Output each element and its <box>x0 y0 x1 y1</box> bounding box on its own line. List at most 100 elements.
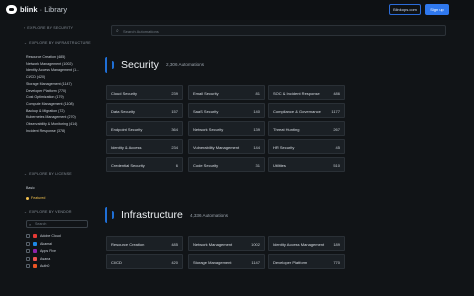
card-count: 1147 <box>251 260 260 265</box>
license-item-featured[interactable]: Featured <box>26 196 45 200</box>
infrastructure-card[interactable]: Identity Access Management 189 <box>268 236 345 251</box>
security-card[interactable]: Network Security 139 <box>188 121 265 136</box>
vendor-item[interactable]: Asana <box>26 256 51 261</box>
sidebar-item-infrastructure[interactable]: Cost Optimization (179) <box>26 95 64 99</box>
security-card[interactable]: Compliance & Governance 1177 <box>268 103 345 118</box>
vendor-search-input[interactable]: ⌕ Search <box>26 220 88 228</box>
vendor-logo-icon <box>33 234 37 238</box>
card-label: Compliance & Governance <box>273 109 321 114</box>
checkbox-icon[interactable] <box>26 256 30 261</box>
card-label: Identity & Access <box>111 145 142 150</box>
sidebar-item-infrastructure[interactable]: Network Management (1002) <box>26 62 73 66</box>
vendor-label: Auth0 <box>40 264 50 269</box>
security-title: Security <box>121 59 159 71</box>
sidebar-item-infrastructure[interactable]: Developer Platform (770) <box>26 89 66 93</box>
license-filter-heading[interactable]: ⌄ EXPLORE BY LICENSE <box>24 172 72 176</box>
infrastructure-filter-heading[interactable]: ⌄ EXPLORE BY INFRASTRUCTURE <box>24 41 91 45</box>
vendor-label: Asana <box>40 256 51 261</box>
checkbox-icon[interactable] <box>26 234 30 238</box>
security-card[interactable]: Data Security 157 <box>106 103 183 118</box>
checkbox-icon[interactable] <box>26 249 30 254</box>
card-label: Storage Management <box>193 260 232 265</box>
card-count: 140 <box>253 109 260 114</box>
sidebar-item-infrastructure[interactable]: Storage Management (1147) <box>26 82 72 86</box>
vendor-label: Akamai <box>40 241 52 246</box>
card-count: 420 <box>171 260 178 265</box>
card-label: Cloud Security <box>111 91 138 96</box>
sidebar-item-infrastructure[interactable]: Compute Management (1108) <box>26 102 74 106</box>
card-label: Code Security <box>193 163 219 168</box>
chevron-down-icon: ⌄ <box>24 210 28 214</box>
security-card[interactable]: Email Security 81 <box>188 85 265 100</box>
checkbox-icon[interactable] <box>26 241 30 246</box>
card-label: SOC & Incident Response <box>273 91 320 96</box>
vendor-item[interactable]: Auth0 <box>26 264 50 269</box>
license-item-basic[interactable]: Basic <box>26 186 35 190</box>
infrastructure-count: 4,336 Automations <box>190 213 229 218</box>
sidebar-item-infrastructure[interactable]: CI/CD (420) <box>26 75 45 79</box>
card-label: Email Security <box>193 91 219 96</box>
card-count: 189 <box>333 242 340 247</box>
automation-search-input[interactable]: ⌕ Search Automations <box>111 25 446 36</box>
chevron-down-icon: ⌄ <box>24 41 28 45</box>
card-count: 770 <box>333 260 340 265</box>
card-count: 31 <box>255 163 260 168</box>
infrastructure-card[interactable]: Developer Platform 770 <box>268 254 345 269</box>
vendor-filter-heading[interactable]: ⌄ EXPLORE BY VENDOR <box>24 210 72 214</box>
security-card[interactable]: Utilities 510 <box>268 157 345 172</box>
infrastructure-card[interactable]: Storage Management 1147 <box>188 254 265 269</box>
card-label: Vulnerability Management <box>193 145 240 150</box>
search-icon: ⌕ <box>29 222 32 227</box>
security-count: 2,306 Automations <box>166 62 205 67</box>
security-card[interactable]: SOC & Incident Response 486 <box>268 85 345 100</box>
vendor-item[interactable]: Apps Five <box>26 249 56 254</box>
sidebar-item-infrastructure[interactable]: Resource Creation (485) <box>26 55 65 59</box>
infrastructure-card[interactable]: Network Management 1002 <box>188 236 265 251</box>
security-card[interactable]: Vulnerability Management 144 <box>188 139 265 154</box>
card-label: HR Security <box>273 145 295 150</box>
vendor-item[interactable]: Adobe Cloud <box>26 234 61 238</box>
infrastructure-card[interactable]: CI/CD 420 <box>106 254 183 269</box>
security-card[interactable]: HR Security 45 <box>268 139 345 154</box>
security-card[interactable]: Credential Security 6 <box>106 157 183 172</box>
security-card[interactable]: Cloud Security 239 <box>106 85 183 100</box>
security-filter-heading[interactable]: › EXPLORE BY SECURITY <box>24 26 73 30</box>
vendor-item[interactable]: Akamai <box>26 241 52 246</box>
security-card[interactable]: Code Security 31 <box>188 157 265 172</box>
card-label: Developer Platform <box>273 260 308 265</box>
infrastructure-title: Infrastructure <box>121 209 183 221</box>
card-count: 1177 <box>331 109 340 114</box>
signup-button[interactable]: Sign up <box>425 4 449 15</box>
chevron-down-icon: ⌄ <box>24 172 28 176</box>
security-card[interactable]: SaaS Security 140 <box>188 103 265 118</box>
vendor-label: Adobe Cloud <box>40 234 61 238</box>
card-label: SaaS Security <box>193 109 219 114</box>
sidebar-item-infrastructure[interactable]: Kubernetes Management (270) <box>26 115 76 119</box>
sidebar-item-infrastructure[interactable]: Identity Access Management (1... <box>26 68 79 72</box>
security-card[interactable]: Threat Hunting 267 <box>268 121 345 136</box>
card-count: 364 <box>171 127 178 132</box>
card-count: 81 <box>255 91 260 96</box>
card-count: 486 <box>333 91 340 96</box>
card-label: Credential Security <box>111 163 145 168</box>
security-card[interactable]: Endpoint Security 364 <box>106 121 183 136</box>
card-count: 144 <box>253 145 260 150</box>
sidebar-item-infrastructure[interactable]: Incident Response (378) <box>26 129 65 133</box>
infrastructure-card[interactable]: Resource Creation 485 <box>106 236 183 251</box>
vendor-label: Apps Five <box>40 249 56 254</box>
featured-dot-icon <box>26 196 29 200</box>
logo-suffix: · Library <box>39 5 68 14</box>
sidebar-item-infrastructure[interactable]: Backup & Migration (72) <box>26 109 65 113</box>
card-label: Utilities <box>273 163 286 168</box>
card-label: Resource Creation <box>111 242 145 247</box>
security-category-icon <box>105 57 115 73</box>
security-card[interactable]: Identity & Access 234 <box>106 139 183 154</box>
card-count: 485 <box>171 242 178 247</box>
blinkops-link-button[interactable]: Blinkops.com <box>389 4 421 15</box>
infrastructure-category-icon <box>105 207 115 223</box>
search-placeholder: Search Automations <box>123 29 159 34</box>
checkbox-icon[interactable] <box>26 264 30 269</box>
card-count: 1002 <box>251 242 260 247</box>
sidebar-item-infrastructure[interactable]: Observability & Monitoring (414) <box>26 122 77 126</box>
logo[interactable]: blink · Library <box>6 5 67 14</box>
